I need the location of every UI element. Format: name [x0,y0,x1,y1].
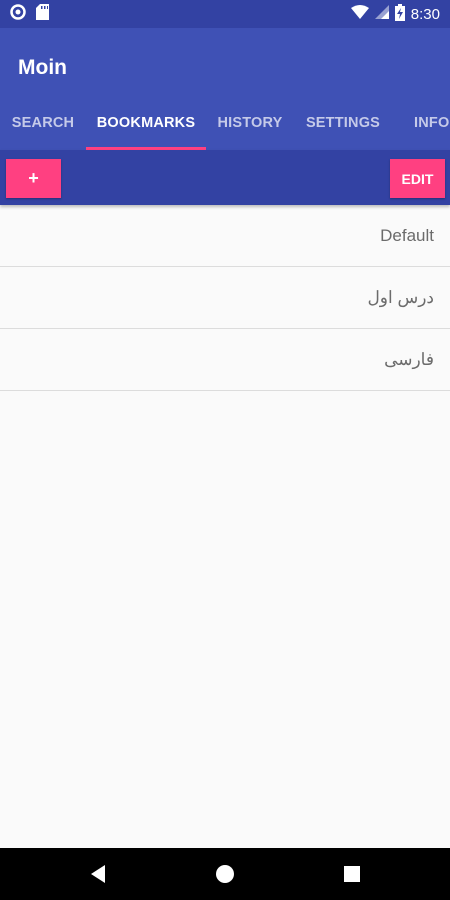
list-item-label: Default [380,225,434,245]
tab-label: SEARCH [11,115,75,131]
edit-button[interactable]: EDIT [390,159,445,198]
back-icon[interactable] [68,848,128,900]
tab-label: BOOKMARKS [96,115,196,131]
sd-card-icon [36,3,49,25]
tab-bookmarks[interactable]: BOOKMARKS [86,96,206,150]
tab-bar: SEARCH BOOKMARKS HISTORY SETTINGS INFO [0,96,450,150]
signal-icon [374,5,389,23]
app-title: Moin [18,56,67,79]
wifi-icon [350,5,369,23]
list-item-label: فارسی [384,349,434,369]
app-bar: Moin SEARCH BOOKMARKS HISTORY SETTINGS I… [0,28,450,150]
bookmark-list: Default درس اول فارسی [0,205,450,391]
list-item[interactable]: درس اول [0,267,450,329]
tab-label: INFO [414,115,450,131]
status-time: 8:30 [410,5,440,23]
list-item[interactable]: Default [0,205,450,267]
circle-notification-icon [10,3,26,25]
recents-icon[interactable] [322,848,382,900]
tab-search[interactable]: SEARCH [0,96,86,150]
home-icon[interactable] [195,848,255,900]
bookmarks-toolbar: + EDIT [0,150,450,205]
battery-charging-icon [394,3,405,25]
list-item[interactable]: فارسی [0,329,450,391]
tab-info[interactable]: INFO [392,96,450,150]
status-bar: 8:30 [0,0,450,28]
add-bookmark-button[interactable]: + [6,159,61,198]
tab-label: HISTORY [217,115,283,131]
system-nav-bar [0,848,450,900]
list-item-label: درس اول [367,287,434,307]
tab-settings[interactable]: SETTINGS [294,96,392,150]
tab-label: SETTINGS [305,115,381,131]
tab-history[interactable]: HISTORY [206,96,294,150]
